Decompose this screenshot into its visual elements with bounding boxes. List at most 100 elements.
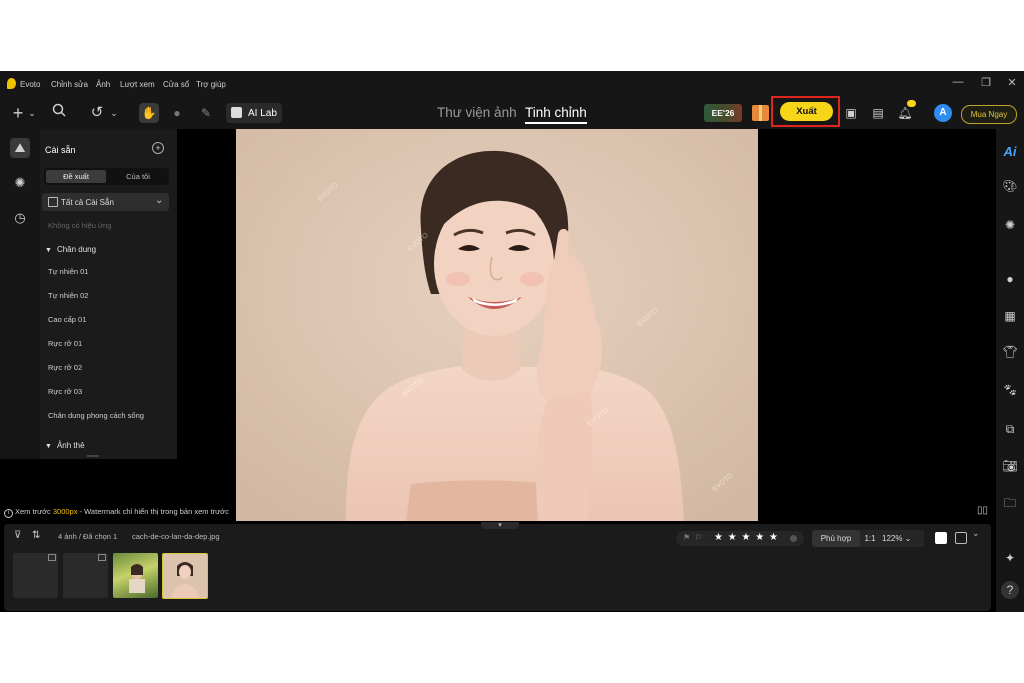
menu-view[interactable]: Lượt xem [120, 80, 155, 89]
undo-icon[interactable]: ↺ [88, 102, 106, 124]
thumbnail[interactable] [113, 553, 158, 598]
background-icon[interactable]: ▦ [1000, 306, 1020, 326]
thumbnail-badge-icon [48, 554, 56, 561]
help-icon[interactable]: ? [1001, 581, 1019, 599]
adjust-icon[interactable]: ✺ [10, 173, 30, 193]
history-icon[interactable]: ◷ [10, 208, 30, 228]
filter-icon[interactable]: ⊽ [14, 530, 21, 541]
portrait-thumbnail-image [171, 562, 199, 598]
reject-flag-icon[interactable]: ⚐ [695, 533, 702, 542]
compare-view-icon[interactable] [955, 532, 967, 544]
face-icon[interactable]: ● [1000, 269, 1020, 289]
preset-item[interactable]: Tự nhiên 02 [48, 291, 88, 300]
tab-edit[interactable]: Tinh chỉnh [525, 105, 587, 124]
clothing-icon[interactable]: 👕︎ [1000, 342, 1020, 362]
compare-icon[interactable]: ▣ [843, 102, 859, 124]
zoom-control: Phù hợp 1:1 122% ⌄ [812, 530, 924, 547]
tab-library[interactable]: Thư viện ảnh [437, 105, 517, 120]
preset-item[interactable]: Rực rỡ 03 [48, 387, 82, 396]
segment-mine[interactable]: Của tôi [108, 170, 168, 183]
evoto-logo-icon [7, 78, 16, 89]
ai-lab-label: AI Lab [248, 108, 277, 119]
preview-note: i Xem trước 3000px - Watermark chỉ hiển t… [4, 507, 229, 518]
book-icon[interactable]: ▯▯ [977, 505, 988, 516]
chevron-down-icon: ⌄ [155, 195, 164, 206]
batch-icon[interactable]: ▤ [870, 102, 886, 124]
selected-filename: cach-de-co-lan-da-dep.jpg [132, 532, 220, 541]
buy-now-button[interactable]: Mua Ngay [961, 105, 1017, 124]
preset-segment-control: Đề xuất Của tôi [44, 168, 169, 185]
camera-icon[interactable]: 📷︎ [1000, 456, 1020, 476]
ai-icon[interactable]: Ai [1000, 142, 1020, 162]
brush-tool-icon[interactable]: ● [168, 102, 186, 124]
rating-control: ⚑ ⚐ ★ ★ ★ ★ ★ [676, 531, 804, 546]
flag-icon[interactable]: ⚑ [683, 533, 690, 542]
thumbnail[interactable] [13, 553, 58, 598]
notification-badge [907, 100, 916, 107]
chevron-down-icon: ⌄ [904, 534, 912, 543]
search-icon[interactable] [50, 102, 68, 124]
preset-item[interactable]: Chân dung phong cách sống [48, 411, 144, 420]
app-name: Evoto [20, 80, 41, 89]
sort-icon[interactable]: ⇅ [32, 530, 40, 541]
preset-filter-value: Tất cả Cài Sẵn [61, 198, 114, 207]
pet-icon[interactable]: 🐾︎ [1000, 380, 1020, 400]
info-icon: i [4, 509, 13, 518]
thumbnail-selected[interactable] [162, 553, 208, 599]
section-id-photo[interactable]: ▼ Ảnh thẻ [45, 441, 85, 450]
preset-item[interactable]: Rực rỡ 01 [48, 339, 82, 348]
triangle-down-icon: ▼ [45, 443, 52, 450]
filter-icon [48, 197, 58, 207]
hand-tool-button[interactable]: ✋ [139, 103, 159, 123]
star-rating[interactable]: ★ ★ ★ ★ ★ [714, 532, 779, 543]
preset-item[interactable]: Cao cấp 01 [48, 315, 86, 324]
ai-lab-button[interactable]: AI Lab [226, 103, 282, 123]
fit-button[interactable]: Phù hợp [812, 530, 860, 547]
bookmark-icon[interactable]: ✦ [1000, 548, 1020, 568]
section-portrait[interactable]: ▼ Chân dung [45, 245, 96, 254]
chevron-down-icon[interactable]: ⌄ [27, 102, 37, 124]
collapse-filmstrip-handle[interactable]: ▾ [481, 522, 519, 529]
thumbnail-badge-icon [98, 554, 106, 561]
preset-filter-dropdown[interactable]: Tất cả Cài Sẵn ⌄ [42, 193, 169, 211]
add-icon[interactable]: + [9, 102, 27, 124]
color-label-dot[interactable] [790, 535, 797, 542]
healing-tool-icon[interactable]: ✎ [197, 102, 215, 124]
close-icon[interactable]: ✕ [1004, 76, 1020, 89]
right-tool-rail: Ai 🎨︎ ✺ ● ▦ 👕︎ 🐾︎ ⧉ 📷︎ 🗀 ✦ ? [996, 129, 1024, 612]
export-button[interactable]: Xuất [780, 102, 833, 121]
thumbnail[interactable] [63, 553, 108, 598]
presets-icon[interactable]: ⛰ [10, 138, 30, 158]
no-effect-item[interactable]: Không có hiệu ứng [48, 221, 111, 230]
menu-window[interactable]: Cửa sổ [163, 80, 189, 89]
avatar[interactable]: A [934, 104, 952, 122]
photo-count: 4 ảnh / Đã chọn 1 [58, 532, 118, 541]
menu-help[interactable]: Trợ giúp [196, 80, 226, 89]
main-toolbar: + ⌄ ↺ ⌄ ✋ ● ✎ AI Lab Thư viện ảnh Tinh c… [0, 96, 1024, 129]
portrait-photo [236, 129, 758, 521]
menu-edit[interactable]: Chỉnh sửa [51, 80, 88, 89]
segment-recommended[interactable]: Đề xuất [46, 170, 106, 183]
panel-resize-grip[interactable] [87, 455, 99, 457]
gift-icon[interactable] [752, 105, 769, 121]
one-to-one-button[interactable]: 1:1 [862, 530, 878, 547]
undo-history-chevron-icon[interactable]: ⌄ [109, 102, 119, 124]
maximize-icon[interactable]: ❐ [978, 76, 994, 89]
single-view-icon[interactable] [935, 532, 947, 544]
palette-icon[interactable]: 🎨︎ [1000, 176, 1020, 196]
photo-canvas[interactable]: EVOTO EVOTO EVOTO EVOTO EVOTO EVOTO [236, 129, 758, 521]
zoom-select[interactable]: 122% ⌄ [882, 530, 924, 547]
adjustment-dial-icon[interactable]: ✺ [1000, 215, 1020, 235]
chevron-down-icon[interactable]: ⌄ [972, 528, 980, 539]
add-preset-icon[interactable]: + [152, 142, 164, 154]
left-tool-rail: ⛰ ✺ ◷ [0, 129, 40, 459]
promo-badge[interactable]: EE'26 [704, 104, 742, 122]
crop-icon[interactable]: ⧉ [1000, 419, 1020, 439]
triangle-down-icon: ▼ [45, 247, 52, 254]
menu-photo[interactable]: Ảnh [96, 80, 110, 89]
minimize-icon[interactable]: — [950, 76, 966, 88]
preset-item[interactable]: Rực rỡ 02 [48, 363, 82, 372]
folder-settings-icon[interactable]: 🗀 [1000, 493, 1020, 513]
preset-item[interactable]: Tự nhiên 01 [48, 267, 88, 276]
panel-title: Cài sẵn [45, 145, 76, 155]
